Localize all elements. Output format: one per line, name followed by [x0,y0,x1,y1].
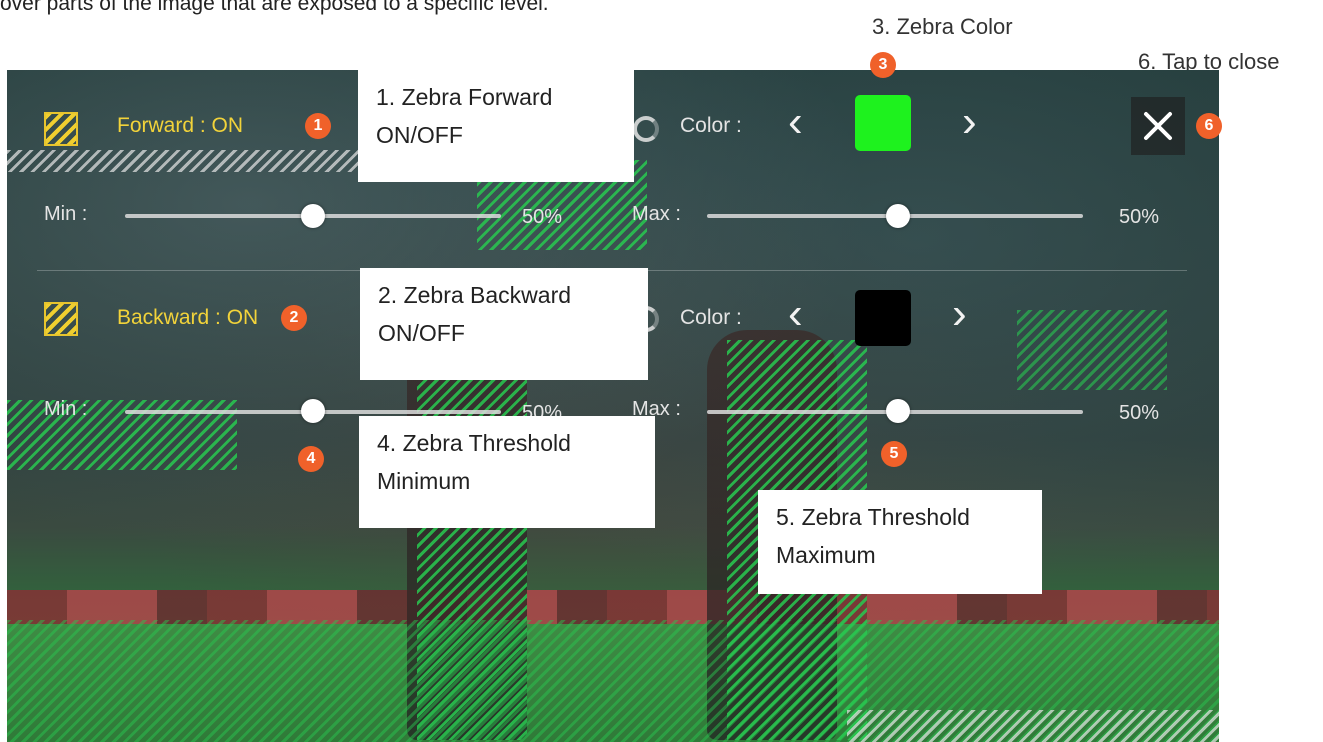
callout-threshold-min: 4. Zebra Threshold Minimum [359,416,655,528]
backward-color-swatch[interactable] [855,290,911,346]
backward-color-label: Color : [680,306,742,329]
color-ring-icon [633,116,659,142]
close-button[interactable] [1131,97,1185,155]
backward-max-thumb[interactable] [886,399,910,423]
top-caption: over parts of the image that are exposed… [0,0,549,15]
zebra-stripes-icon[interactable] [44,112,78,146]
chevron-left-icon[interactable]: ‹ [788,100,803,144]
forward-max-label: Max : [632,203,681,225]
forward-min-label: Min : [44,203,88,225]
callout-zebra-forward: 1. Zebra Forward ON/OFF [358,70,634,182]
backward-toggle[interactable]: Backward : ON [117,306,258,330]
zebra-color-label: 3. Zebra Color [872,14,1013,39]
callout-threshold-max: 5. Zebra Threshold Maximum [758,490,1042,594]
callout-line: 5. Zebra Threshold [776,504,970,530]
close-icon [1144,112,1172,140]
forward-max-thumb[interactable] [886,204,910,228]
forward-min-thumb[interactable] [301,204,325,228]
backward-max-value: 50% [1119,402,1160,424]
badge-4: 4 [298,446,324,472]
zebra-stripes-icon[interactable] [44,302,78,336]
badge-2: 2 [281,305,307,331]
callout-line: Minimum [377,468,471,494]
callout-line: ON/OFF [378,320,465,346]
chevron-left-icon[interactable]: ‹ [788,292,803,336]
backward-min-label: Min : [44,398,88,420]
forward-color-label: Color : [680,114,742,137]
callout-line: Maximum [776,542,876,568]
forward-toggle[interactable]: Forward : ON [117,114,243,138]
callout-line: 1. Zebra Forward [376,84,553,110]
chevron-right-icon[interactable]: › [962,100,977,144]
chevron-right-icon[interactable]: › [952,292,967,336]
badge-6: 6 [1196,113,1222,139]
callout-line: 4. Zebra Threshold [377,430,571,456]
badge-1: 1 [305,113,331,139]
callout-line: ON/OFF [376,122,463,148]
badge-5: 5 [881,441,907,467]
backward-min-thumb[interactable] [301,399,325,423]
callout-line: 2. Zebra Backward [378,282,572,308]
forward-max-value: 50% [1119,206,1160,228]
callout-zebra-backward: 2. Zebra Backward ON/OFF [360,268,648,380]
badge-3: 3 [870,52,896,78]
forward-min-value: 50% [522,206,563,228]
forward-color-swatch[interactable] [855,95,911,151]
